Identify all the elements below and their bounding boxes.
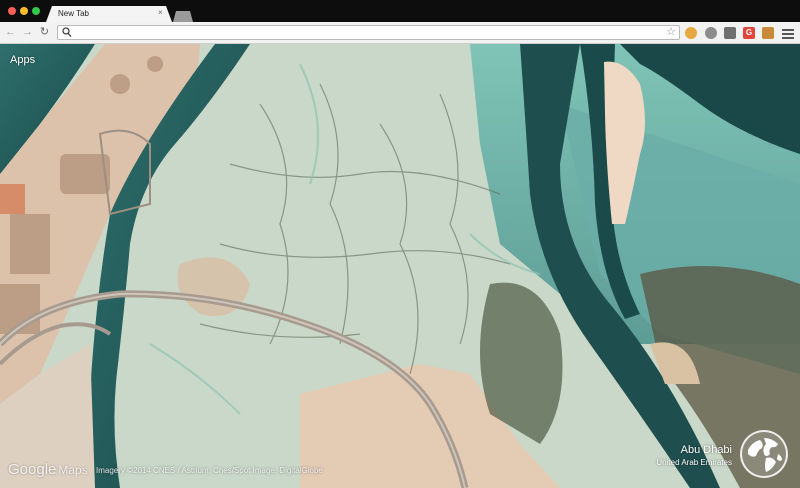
- bookmark-star-icon[interactable]: ☆: [666, 25, 676, 39]
- google-maps-logo[interactable]: Google Maps: [8, 461, 88, 478]
- face-extension-icon[interactable]: [762, 27, 774, 39]
- window-maximize-button[interactable]: [32, 7, 40, 15]
- browser-window: New Tab × ← → ↻ ☆ G Apps Google Maps Ima…: [0, 0, 800, 488]
- place-country: United Arab Emirates: [656, 458, 732, 467]
- window-minimize-button[interactable]: [20, 7, 28, 15]
- globe-icon[interactable]: [740, 430, 788, 478]
- tab-new-tab[interactable]: New Tab ×: [46, 6, 172, 22]
- search-icon: [62, 27, 72, 38]
- tab-close-icon[interactable]: ×: [158, 8, 163, 18]
- tab-title: New Tab: [58, 9, 89, 18]
- reload-button[interactable]: ↻: [38, 26, 51, 39]
- address-input[interactable]: [74, 26, 654, 39]
- back-button[interactable]: ←: [4, 26, 17, 39]
- earth-map-icon: [748, 438, 782, 472]
- new-tab-button[interactable]: [173, 11, 193, 22]
- window-close-button[interactable]: [8, 7, 16, 15]
- imagery-credit: Imagery ©2014 CNES / Astrium, Cnes/Spot …: [96, 466, 323, 475]
- g-extension-icon[interactable]: G: [743, 27, 755, 39]
- apps-link[interactable]: Apps: [10, 54, 35, 66]
- menu-icon[interactable]: [782, 27, 794, 39]
- forward-button[interactable]: →: [21, 26, 34, 39]
- toolbar: ← → ↻ ☆ G: [0, 22, 800, 44]
- globe-extension-icon[interactable]: [705, 27, 717, 39]
- satellite-map-image: [0, 44, 800, 488]
- maps-logo-text: Maps: [58, 463, 88, 477]
- new-tab-page: Apps Google Maps Imagery ©2014 CNES / Ast…: [0, 44, 800, 488]
- place-info[interactable]: Abu Dhabi United Arab Emirates: [656, 444, 732, 468]
- cookie-extension-icon[interactable]: [685, 27, 697, 39]
- google-logo-text: Google: [8, 461, 57, 478]
- inbox-extension-icon[interactable]: [724, 27, 736, 39]
- omnibox[interactable]: ☆: [57, 25, 680, 40]
- place-name: Abu Dhabi: [680, 444, 732, 456]
- tab-strip: New Tab ×: [0, 0, 800, 22]
